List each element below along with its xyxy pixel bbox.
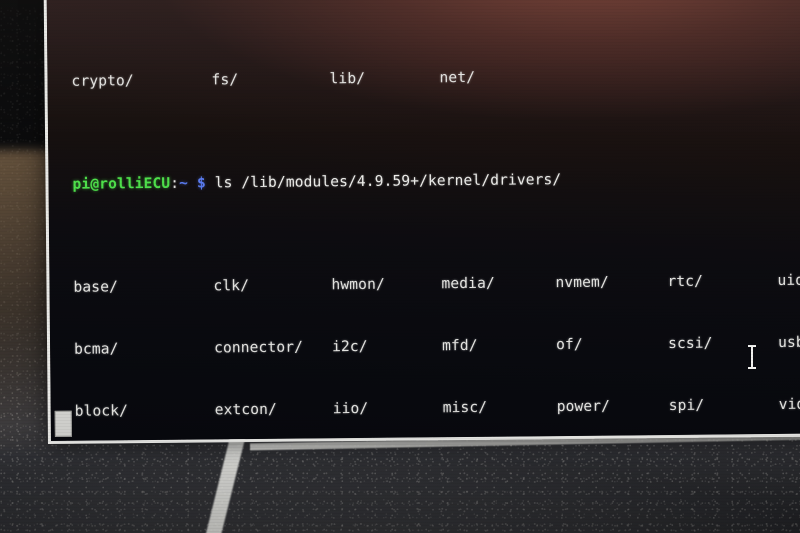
dir-entry: block/ — [74, 402, 129, 420]
listing-row: bcma/ connector/ i2c/ mfd/ of/ scsi/ usb… — [74, 333, 800, 361]
dir-entry: mfd/ — [441, 336, 478, 355]
dir-entry: media/ — [441, 275, 495, 293]
dir-entry: lib/ — [329, 70, 366, 88]
dir-entry: fs/ — [211, 71, 239, 89]
dir-entry: uio/ — [777, 271, 800, 290]
dir-entry: spi/ — [668, 396, 705, 414]
dir-entry: crypto/ — [71, 72, 134, 91]
dir-entry: clk/ — [213, 277, 250, 295]
dir-entry: of/ — [555, 335, 583, 354]
dir-entry: hwmon/ — [331, 276, 385, 294]
dir-entry: i2c/ — [331, 338, 368, 356]
listing-row-partial-top: crypto/ fs/ lib/ net/ — [71, 65, 800, 93]
dir-entry: scsi/ — [667, 334, 713, 353]
window-resize-handle[interactable] — [54, 410, 72, 437]
command-text: ls /lib/modules/4.9.59+/kernel/drivers/ — [214, 171, 562, 192]
dir-entry: power/ — [556, 397, 611, 415]
dir-entry: extcon/ — [214, 400, 277, 419]
dir-entry: usb/ — [777, 333, 800, 352]
dir-entry: connector/ — [214, 338, 304, 357]
listing-row: block/ extcon/ iio/ misc/ power/ spi/ vi… — [75, 395, 800, 423]
prompt-user: pi@rolliECU — [72, 175, 171, 194]
dir-entry: iio/ — [332, 399, 369, 418]
terminal-screen[interactable]: crypto/ fs/ lib/ net/ pi@rolliECU:~ $ ls… — [46, 0, 800, 441]
dir-entry: net/ — [439, 69, 476, 87]
listing-row: base/ clk/ hwmon/ media/ nvmem/ rtc/ uio… — [73, 271, 800, 299]
terminal-window[interactable]: crypto/ fs/ lib/ net/ pi@rolliECU:~ $ ls… — [43, 0, 800, 444]
console-output[interactable]: crypto/ fs/ lib/ net/ pi@rolliECU:~ $ ls… — [47, 0, 800, 441]
prompt-colon: : — [170, 175, 180, 193]
dir-entry: misc/ — [442, 398, 488, 417]
prompt-cwd: ~ — [179, 174, 189, 193]
dir-entry: nvmem/ — [555, 273, 609, 292]
dir-entry: rtc/ — [667, 273, 704, 291]
prompt-line-1: pi@rolliECU:~ $ ls /lib/modules/4.9.59+/… — [72, 168, 800, 196]
dir-entry: video/ — [778, 395, 800, 413]
dir-entry: bcma/ — [74, 340, 119, 358]
dir-entry: base/ — [73, 278, 119, 297]
